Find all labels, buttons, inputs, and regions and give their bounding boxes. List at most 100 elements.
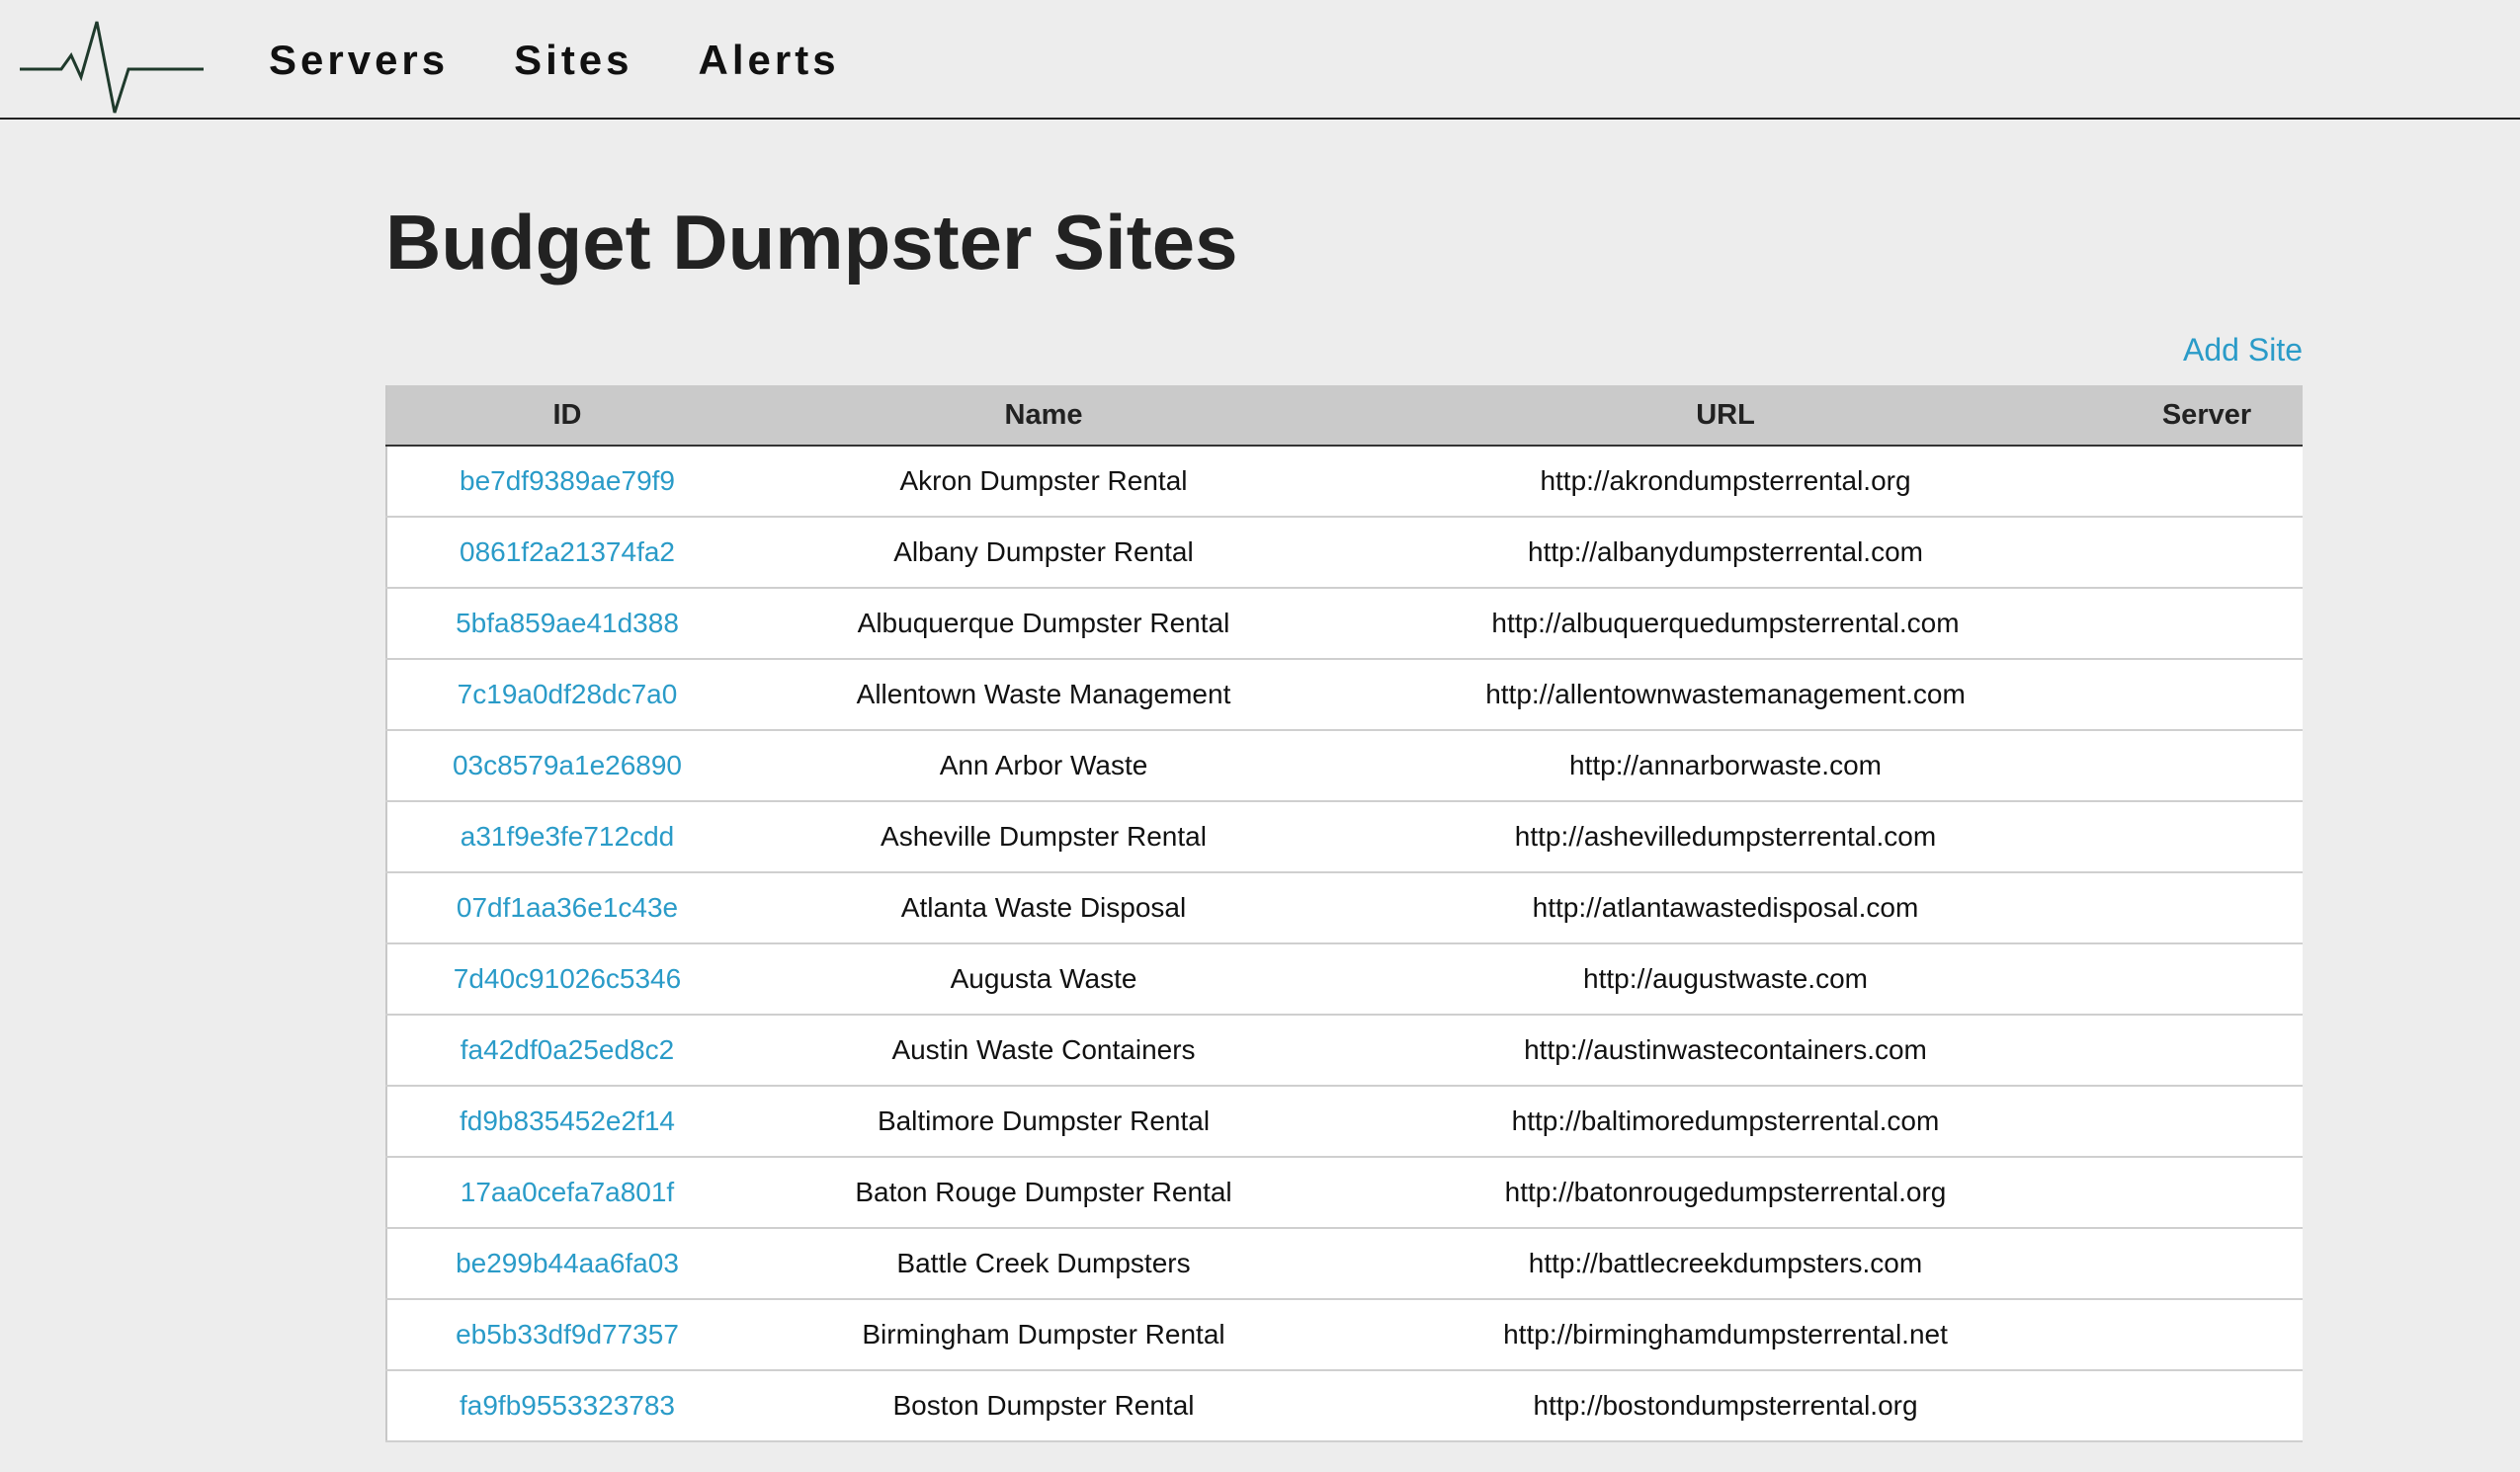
site-url-cell: http://augustwaste.com: [1340, 943, 2111, 1016]
site-id-cell: 7d40c91026c5346: [386, 943, 747, 1016]
site-id-link[interactable]: be7df9389ae79f9: [460, 465, 675, 496]
table-header-row: ID Name URL Server: [386, 385, 2303, 447]
site-server-cell: [2111, 730, 2303, 802]
site-name-cell: Atlanta Waste Disposal: [747, 872, 1340, 944]
nav-alerts-link[interactable]: Alerts: [699, 37, 840, 84]
site-id-link[interactable]: 17aa0cefa7a801f: [461, 1177, 674, 1207]
add-site-link[interactable]: Add Site: [2183, 332, 2303, 368]
site-server-cell: [2111, 801, 2303, 873]
site-id-cell: fa9fb9553323783: [386, 1370, 747, 1442]
site-url-cell: http://ashevilledumpsterrental.com: [1340, 801, 2111, 873]
site-server-cell: [2111, 1299, 2303, 1371]
site-server-cell: [2111, 1370, 2303, 1442]
site-id-cell: be7df9389ae79f9: [386, 446, 747, 518]
site-id-cell: 5bfa859ae41d388: [386, 588, 747, 660]
site-name-cell: Austin Waste Containers: [747, 1015, 1340, 1087]
site-id-cell: 03c8579a1e26890: [386, 730, 747, 802]
site-url-cell: http://allentownwastemanagement.com: [1340, 659, 2111, 731]
nav-servers-link[interactable]: Servers: [269, 37, 449, 84]
site-id-link[interactable]: eb5b33df9d77357: [456, 1319, 679, 1349]
site-server-cell: [2111, 1086, 2303, 1158]
site-id-link[interactable]: 7d40c91026c5346: [454, 963, 681, 994]
column-header-server: Server: [2111, 385, 2303, 447]
site-id-link[interactable]: be299b44aa6fa03: [456, 1248, 679, 1278]
site-server-cell: [2111, 943, 2303, 1016]
table-row: 7d40c91026c5346 Augusta Waste http://augus…: [386, 943, 2303, 1016]
site-server-cell: [2111, 872, 2303, 944]
column-header-name: Name: [747, 385, 1340, 447]
table-row: 7c19a0df28dc7a0 Allentown Waste Managemen…: [386, 659, 2303, 731]
table-header: ID Name URL Server: [386, 385, 2303, 447]
site-id-link[interactable]: 03c8579a1e26890: [453, 750, 682, 780]
site-id-link[interactable]: 0861f2a21374fa2: [460, 536, 675, 567]
site-id-cell: 7c19a0df28dc7a0: [386, 659, 747, 731]
table-row: be299b44aa6fa03 Battle Creek Dumpsters htt…: [386, 1228, 2303, 1300]
site-id-link[interactable]: fa9fb9553323783: [460, 1390, 675, 1421]
site-id-cell: 07df1aa36e1c43e: [386, 872, 747, 944]
site-id-link[interactable]: 7c19a0df28dc7a0: [458, 679, 678, 709]
site-url-cell: http://atlantawastedisposal.com: [1340, 872, 2111, 944]
site-id-cell: fa42df0a25ed8c2: [386, 1015, 747, 1087]
site-name-cell: Albuquerque Dumpster Rental: [747, 588, 1340, 660]
site-name-cell: Asheville Dumpster Rental: [747, 801, 1340, 873]
site-id-link[interactable]: fa42df0a25ed8c2: [461, 1034, 674, 1065]
site-server-cell: [2111, 1015, 2303, 1087]
site-id-cell: 0861f2a21374fa2: [386, 517, 747, 589]
site-name-cell: Akron Dumpster Rental: [747, 446, 1340, 518]
table-body: be7df9389ae79f9 Akron Dumpster Rental http…: [386, 446, 2303, 1442]
site-server-cell: [2111, 659, 2303, 731]
site-server-cell: [2111, 588, 2303, 660]
site-name-cell: Boston Dumpster Rental: [747, 1370, 1340, 1442]
table-row: fa42df0a25ed8c2 Austin Waste Containers ht…: [386, 1015, 2303, 1087]
site-id-cell: be299b44aa6fa03: [386, 1228, 747, 1300]
column-header-id: ID: [386, 385, 747, 447]
site-name-cell: Baton Rouge Dumpster Rental: [747, 1157, 1340, 1229]
site-server-cell: [2111, 517, 2303, 589]
table-row: 17aa0cefa7a801f Baton Rouge Dumpster Rent…: [386, 1157, 2303, 1229]
table-row: a31f9e3fe712cdd Asheville Dumpster Rental…: [386, 801, 2303, 873]
site-url-cell: http://austinwastecontainers.com: [1340, 1015, 2111, 1087]
site-name-cell: Birmingham Dumpster Rental: [747, 1299, 1340, 1371]
site-name-cell: Battle Creek Dumpsters: [747, 1228, 1340, 1300]
table-row: eb5b33df9d77357 Birmingham Dumpster Renta…: [386, 1299, 2303, 1371]
site-server-cell: [2111, 1228, 2303, 1300]
table-row: 5bfa859ae41d388 Albuquerque Dumpster Rent…: [386, 588, 2303, 660]
site-server-cell: [2111, 446, 2303, 518]
table-row: 03c8579a1e26890 Ann Arbor Waste http://ann…: [386, 730, 2303, 802]
site-id-link[interactable]: fd9b835452e2f14: [460, 1105, 675, 1136]
main-nav: Servers Sites Alerts: [269, 0, 905, 120]
table-row: fa9fb9553323783 Boston Dumpster Rental htt…: [386, 1370, 2303, 1442]
site-url-cell: http://batonrougedumpsterrental.org: [1340, 1157, 2111, 1229]
site-id-link[interactable]: 07df1aa36e1c43e: [457, 892, 678, 923]
site-name-cell: Ann Arbor Waste: [747, 730, 1340, 802]
sites-table: ID Name URL Server be7df9389ae79f9 Akron …: [385, 385, 2303, 1442]
column-header-url: URL: [1340, 385, 2111, 447]
site-name-cell: Albany Dumpster Rental: [747, 517, 1340, 589]
site-url-cell: http://albanydumpsterrental.com: [1340, 517, 2111, 589]
site-name-cell: Augusta Waste: [747, 943, 1340, 1016]
nav-sites-link[interactable]: Sites: [514, 37, 632, 84]
site-id-link[interactable]: a31f9e3fe712cdd: [461, 821, 674, 852]
table-row: 07df1aa36e1c43e Atlanta Waste Disposal htt…: [386, 872, 2303, 944]
site-id-cell: fd9b835452e2f14: [386, 1086, 747, 1158]
site-id-link[interactable]: 5bfa859ae41d388: [456, 608, 679, 638]
page-title: Budget Dumpster Sites: [385, 199, 1238, 286]
site-name-cell: Baltimore Dumpster Rental: [747, 1086, 1340, 1158]
site-server-cell: [2111, 1157, 2303, 1229]
site-id-cell: a31f9e3fe712cdd: [386, 801, 747, 873]
sites-table-container: ID Name URL Server be7df9389ae79f9 Akron …: [385, 385, 2303, 1472]
site-url-cell: http://birminghamdumpsterrental.net: [1340, 1299, 2111, 1371]
heartbeat-pulse-icon[interactable]: [20, 18, 204, 117]
table-row: 0861f2a21374fa2 Albany Dumpster Rental htt…: [386, 517, 2303, 589]
site-url-cell: http://annarborwaste.com: [1340, 730, 2111, 802]
site-url-cell: http://battlecreekdumpsters.com: [1340, 1228, 2111, 1300]
site-url-cell: http://baltimoredumpsterrental.com: [1340, 1086, 2111, 1158]
site-url-cell: http://albuquerquedumpsterrental.com: [1340, 588, 2111, 660]
site-id-cell: eb5b33df9d77357: [386, 1299, 747, 1371]
top-navigation-bar: Servers Sites Alerts: [0, 0, 2520, 120]
table-row: be7df9389ae79f9 Akron Dumpster Rental http…: [386, 446, 2303, 518]
table-row: fd9b835452e2f14 Baltimore Dumpster Rental…: [386, 1086, 2303, 1158]
site-id-cell: 17aa0cefa7a801f: [386, 1157, 747, 1229]
site-url-cell: http://akrondumpsterrental.org: [1340, 446, 2111, 518]
site-name-cell: Allentown Waste Management: [747, 659, 1340, 731]
